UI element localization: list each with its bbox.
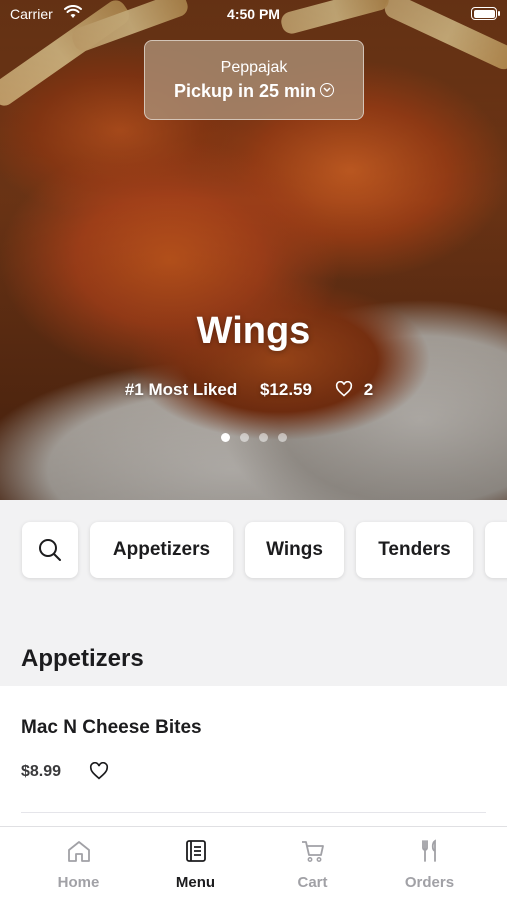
section-title: Appetizers — [21, 645, 144, 672]
category-chip-appetizers[interactable]: Appetizers — [90, 522, 233, 578]
featured-item-title: Wings — [196, 310, 311, 352]
tab-label: Home — [57, 874, 100, 891]
tab-bar: Home Menu Cart Orders — [0, 826, 507, 900]
cart-icon — [301, 841, 324, 862]
item-price: $8.99 — [21, 763, 62, 780]
hero-banner[interactable]: Carrier 4:50 PM Peppajak Pickup in 25 mi… — [0, 0, 507, 500]
likes-count[interactable]: 2 — [335, 380, 382, 399]
orders-icon — [421, 839, 436, 862]
tab-label: Menu — [175, 874, 216, 891]
tab-home[interactable]: Home — [20, 827, 137, 900]
status-bar: Carrier 4:50 PM — [0, 0, 507, 30]
carousel-dots[interactable] — [0, 429, 507, 447]
carousel-dot[interactable] — [258, 433, 268, 442]
tab-label: Orders — [404, 874, 455, 891]
search-button[interactable] — [22, 522, 78, 578]
category-chip-tenders[interactable]: Tenders — [356, 522, 473, 578]
carousel-dot[interactable] — [277, 433, 287, 442]
chevron-down-icon — [320, 83, 335, 98]
pickup-time: Pickup in 25 min — [145, 81, 363, 102]
search-icon — [39, 539, 61, 561]
battery-icon — [471, 7, 500, 20]
location-name: Peppajak — [220, 59, 288, 76]
featured-item-meta: #1 Most Liked $12.59 2 — [0, 380, 507, 400]
most-liked-badge: #1 Most Liked — [124, 380, 238, 399]
category-bar[interactable]: Appetizers Wings Tenders — [0, 500, 507, 610]
divider — [21, 812, 486, 813]
tab-label: Cart — [297, 874, 328, 891]
tab-cart[interactable]: Cart — [254, 827, 371, 900]
menu-list: Mac N Cheese Bites $8.99 — [0, 686, 507, 826]
tab-orders[interactable]: Orders — [371, 827, 488, 900]
status-time: 4:50 PM — [227, 6, 280, 22]
tab-menu[interactable]: Menu — [137, 827, 254, 900]
category-chip-wings[interactable]: Wings — [245, 522, 344, 578]
featured-item-price: $12.59 — [259, 380, 312, 399]
item-name: Mac N Cheese Bites — [21, 717, 202, 738]
menu-icon — [185, 840, 206, 862]
heart-icon — [335, 380, 352, 397]
category-chip-next[interactable] — [485, 522, 507, 578]
carousel-dot[interactable] — [239, 433, 249, 442]
location-selector[interactable]: Peppajak Pickup in 25 min — [144, 40, 364, 120]
home-icon — [67, 841, 90, 862]
heart-icon[interactable] — [89, 762, 109, 780]
carousel-dot[interactable] — [220, 433, 230, 442]
